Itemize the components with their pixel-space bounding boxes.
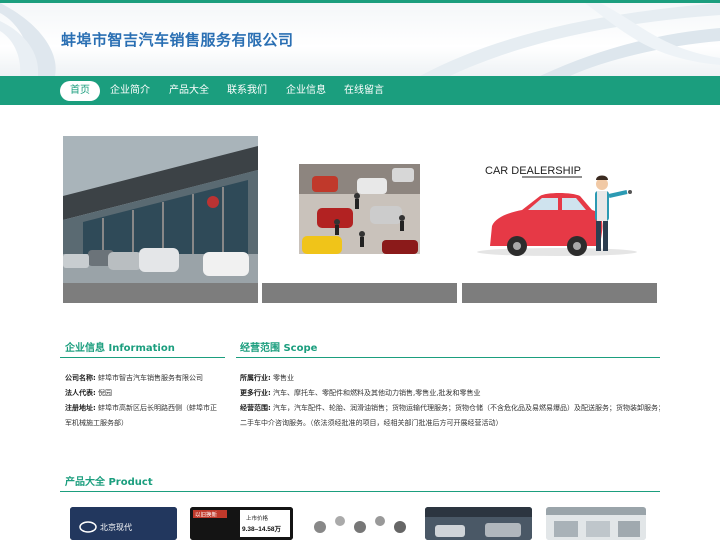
gallery-card-car-dealership[interactable]: CAR DEALERSHIP (462, 136, 657, 303)
nav-item-company-info[interactable]: 企业信息 (286, 81, 326, 101)
company-name-row: 公司名称: 蚌埠市智吉汽车销售服务有限公司 (65, 371, 230, 386)
gallery-caption (262, 283, 457, 303)
company-name-label: 公司名称: (65, 374, 96, 382)
car-dealership-label: CAR DEALERSHIP (485, 165, 581, 177)
showroom-thumb-graphic (425, 507, 532, 540)
main-nav: 首页 企业简介 产品大全 联系我们 企业信息 在线留言 (0, 76, 720, 105)
nav-item-products[interactable]: 产品大全 (169, 81, 209, 101)
nav-item-message[interactable]: 在线留言 (344, 81, 384, 101)
product-thumb-promo[interactable]: 以旧换新 上市价格 9.38–14.58万 (190, 507, 293, 540)
business-scope-row: 经营范围: 汽车，汽车配件、轮胎、润滑油销售；货物运输代理服务；货物仓储（不含危… (240, 401, 660, 416)
car-dealership-illustration: CAR DEALERSHIP (462, 136, 657, 283)
gallery-card-showroom[interactable] (262, 136, 457, 303)
company-info-title: 企业信息 Information (65, 343, 175, 354)
products-title: 产品大全 Product (65, 477, 153, 488)
product-thumb-parts[interactable] (305, 507, 412, 540)
reg-address-value-2: 军机械施工服务部） (65, 419, 128, 427)
business-scope-row-2: 二手车中介咨询服务。（依法须经批准的项目，经相关部门批准后方可开展经营活动） (240, 416, 660, 431)
product-thumb-store[interactable] (546, 507, 646, 540)
site-header: 蚌埠市智吉汽车销售服务有限公司 (0, 3, 720, 76)
reg-address-row-2: 军机械施工服务部） (65, 416, 230, 431)
industry-row: 所属行业: 零售业 (240, 371, 660, 386)
company-name-value: 蚌埠市智吉汽车销售服务有限公司 (98, 374, 204, 382)
reg-address-value: 蚌埠市高新区后长明路西侧（蚌埠市正 (98, 404, 218, 412)
dealership-photo (63, 136, 258, 283)
industry-value: 零售业 (273, 374, 295, 382)
nav-item-home[interactable]: 首页 (60, 81, 100, 101)
reg-address-label: 注册地址: (65, 404, 96, 412)
parts-thumb-graphic (305, 507, 412, 540)
business-scope-label: 经营范围: (240, 404, 271, 412)
hyundai-thumb-label: 北京现代 (100, 522, 132, 532)
gallery-caption (63, 283, 258, 303)
hyundai-thumb-graphic: 北京现代 (70, 507, 177, 540)
legal-rep-value: 倪园 (98, 389, 113, 397)
product-thumb-showroom[interactable] (425, 507, 532, 540)
products-divider (60, 491, 660, 492)
gallery-caption (462, 283, 657, 303)
product-thumb-hyundai[interactable]: 北京现代 (70, 507, 177, 540)
showroom-photo (262, 136, 457, 283)
industry-label: 所属行业: (240, 374, 271, 382)
promo-badge-text: 以旧换新 (195, 511, 218, 519)
company-title[interactable]: 蚌埠市智吉汽车销售服务有限公司 (61, 29, 294, 50)
scope-divider (236, 357, 660, 358)
legal-rep-label: 法人代表: (65, 389, 96, 397)
business-scope-value: 汽车，汽车配件、轮胎、润滑油销售；货物运输代理服务；货物仓储（不含危化品及易燃易… (273, 404, 660, 412)
more-industry-row: 更多行业: 汽车、摩托车、零配件和燃料及其他动力销售,零售业,批发和零售业 (240, 386, 660, 401)
reg-address-row: 注册地址: 蚌埠市高新区后长明路西侧（蚌埠市正 (65, 401, 230, 416)
more-industry-value: 汽车、摩托车、零配件和燃料及其他动力销售,零售业,批发和零售业 (273, 389, 481, 397)
promo-price-value: 9.38–14.58万 (242, 525, 282, 533)
promo-price-label: 上市价格 (246, 514, 269, 522)
nav-item-about[interactable]: 企业简介 (110, 81, 150, 101)
scope-title: 经营范围 Scope (240, 343, 318, 354)
legal-rep-row: 法人代表: 倪园 (65, 386, 230, 401)
business-scope-value-2: 二手车中介咨询服务。（依法须经批准的项目，经相关部门批准后方可开展经营活动） (240, 419, 503, 427)
promo-thumb-graphic: 以旧换新 上市价格 9.38–14.58万 (190, 507, 293, 540)
nav-item-contact[interactable]: 联系我们 (227, 81, 267, 101)
more-industry-label: 更多行业: (240, 389, 271, 397)
gallery-card-dealership[interactable] (63, 136, 258, 303)
company-info-divider (60, 357, 225, 358)
store-thumb-graphic (546, 507, 646, 540)
